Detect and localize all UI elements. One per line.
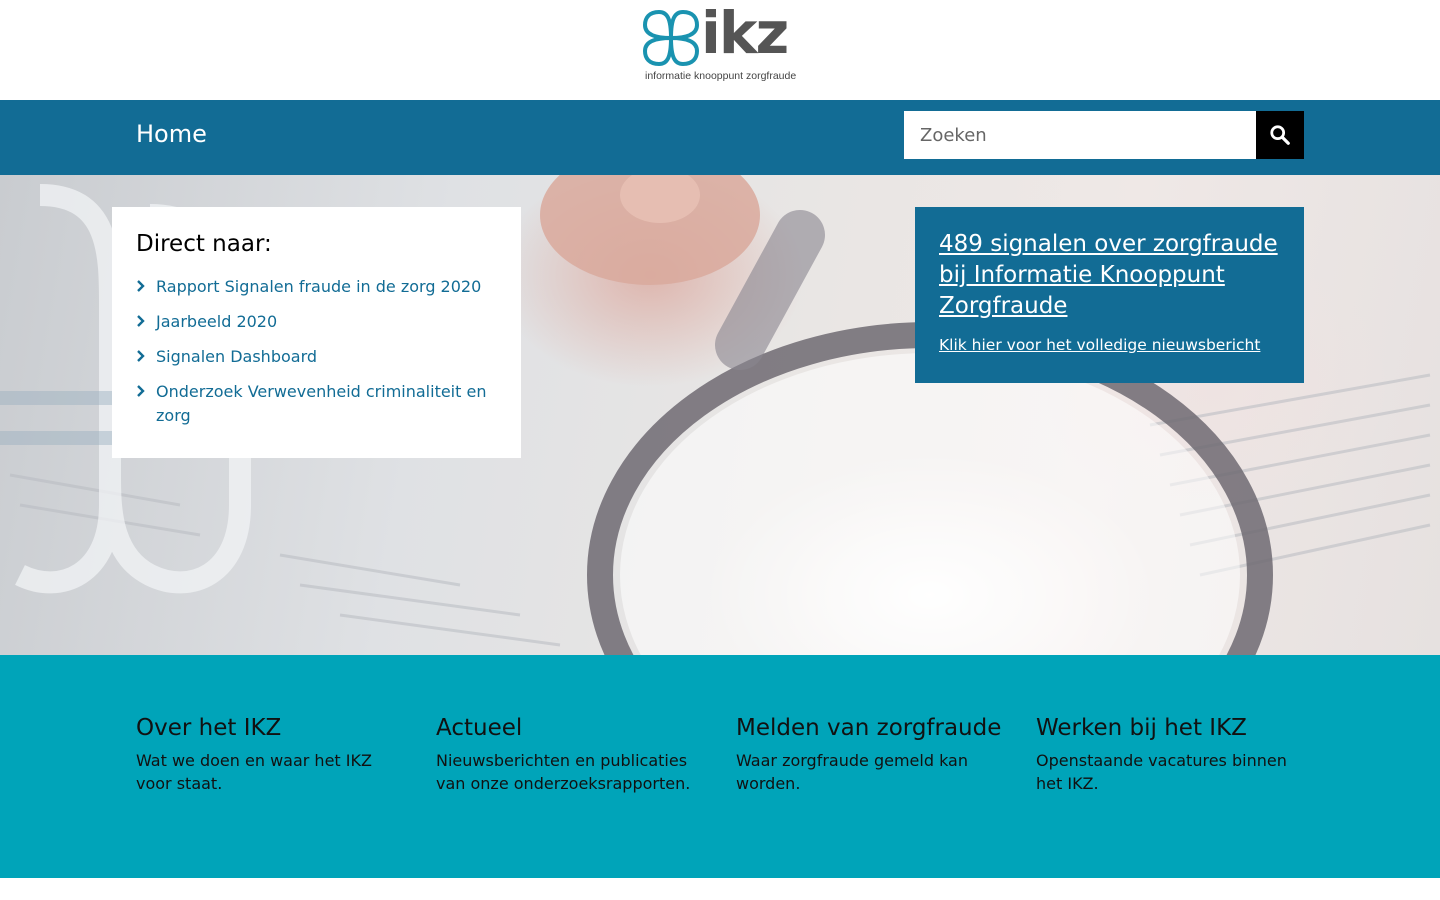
- search-button[interactable]: [1256, 111, 1304, 159]
- chevron-right-icon: [137, 350, 145, 362]
- quick-link-melden[interactable]: Melden van zorgfraude Waar zorgfraude ge…: [736, 715, 1006, 795]
- logo-wordmark: ikz: [701, 0, 789, 67]
- chevron-right-icon: [137, 280, 145, 292]
- search-input[interactable]: [904, 111, 1256, 159]
- quick-link-title: Over het IKZ: [136, 715, 282, 741]
- quick-link-text: Waar zorgfraude gemeld kan worden.: [736, 751, 968, 793]
- direct-links-title: Direct naar:: [136, 231, 272, 257]
- site-header: ikz informatie knooppunt zorgfraude: [0, 0, 1440, 100]
- news-highlight-panel: 489 signalen over zorgfraude bij Informa…: [915, 207, 1304, 383]
- quick-link-over-ikz[interactable]: Over het IKZ Wat we doen en waar het IKZ…: [136, 715, 406, 795]
- news-headline-link[interactable]: 489 signalen over zorgfraude bij Informa…: [939, 229, 1280, 322]
- hero-banner: Direct naar: Rapport Signalen fraude in …: [0, 175, 1440, 655]
- site-logo[interactable]: ikz informatie knooppunt zorgfraude: [641, 0, 797, 86]
- list-item: Jaarbeeld 2020: [136, 310, 497, 334]
- direct-links-list: Rapport Signalen fraude in de zorg 2020 …: [136, 275, 497, 428]
- quick-links-section: Over het IKZ Wat we doen en waar het IKZ…: [0, 655, 1440, 878]
- quick-link-werken[interactable]: Werken bij het IKZ Openstaande vacatures…: [1036, 715, 1306, 795]
- search-form: [904, 111, 1304, 159]
- quick-link-text: Nieuwsberichten en publicaties van onze …: [436, 751, 691, 793]
- quick-link-title: Actueel: [436, 715, 523, 741]
- news-read-more-link[interactable]: Klik hier voor het volledige nieuwsberic…: [939, 336, 1280, 354]
- search-icon: [1270, 125, 1290, 145]
- list-item: Rapport Signalen fraude in de zorg 2020: [136, 275, 497, 299]
- logo-tagline: informatie knooppunt zorgfraude: [645, 70, 797, 82]
- quick-link-title: Werken bij het IKZ: [1036, 715, 1247, 741]
- direct-link-onderzoek[interactable]: Onderzoek Verwevenheid criminaliteit en …: [156, 382, 486, 425]
- nav-home-link[interactable]: Home: [136, 120, 207, 148]
- direct-link-jaarbeeld[interactable]: Jaarbeeld 2020: [156, 312, 277, 331]
- quick-link-title: Melden van zorgfraude: [736, 715, 1002, 741]
- list-item: Onderzoek Verwevenheid criminaliteit en …: [136, 380, 497, 428]
- main-navbar: Home: [0, 100, 1440, 175]
- direct-links-panel: Direct naar: Rapport Signalen fraude in …: [112, 207, 521, 458]
- chevron-right-icon: [137, 315, 145, 327]
- quick-link-text: Openstaande vacatures binnen het IKZ.: [1036, 751, 1287, 793]
- chevron-right-icon: [137, 385, 145, 397]
- list-item: Signalen Dashboard: [136, 345, 497, 369]
- quick-link-text: Wat we doen en waar het IKZ voor staat.: [136, 751, 372, 793]
- quick-link-actueel[interactable]: Actueel Nieuwsberichten en publicaties v…: [436, 715, 706, 795]
- direct-link-dashboard[interactable]: Signalen Dashboard: [156, 347, 317, 366]
- ikz-logo-mark-icon: [642, 9, 700, 67]
- direct-link-rapport[interactable]: Rapport Signalen fraude in de zorg 2020: [156, 277, 481, 296]
